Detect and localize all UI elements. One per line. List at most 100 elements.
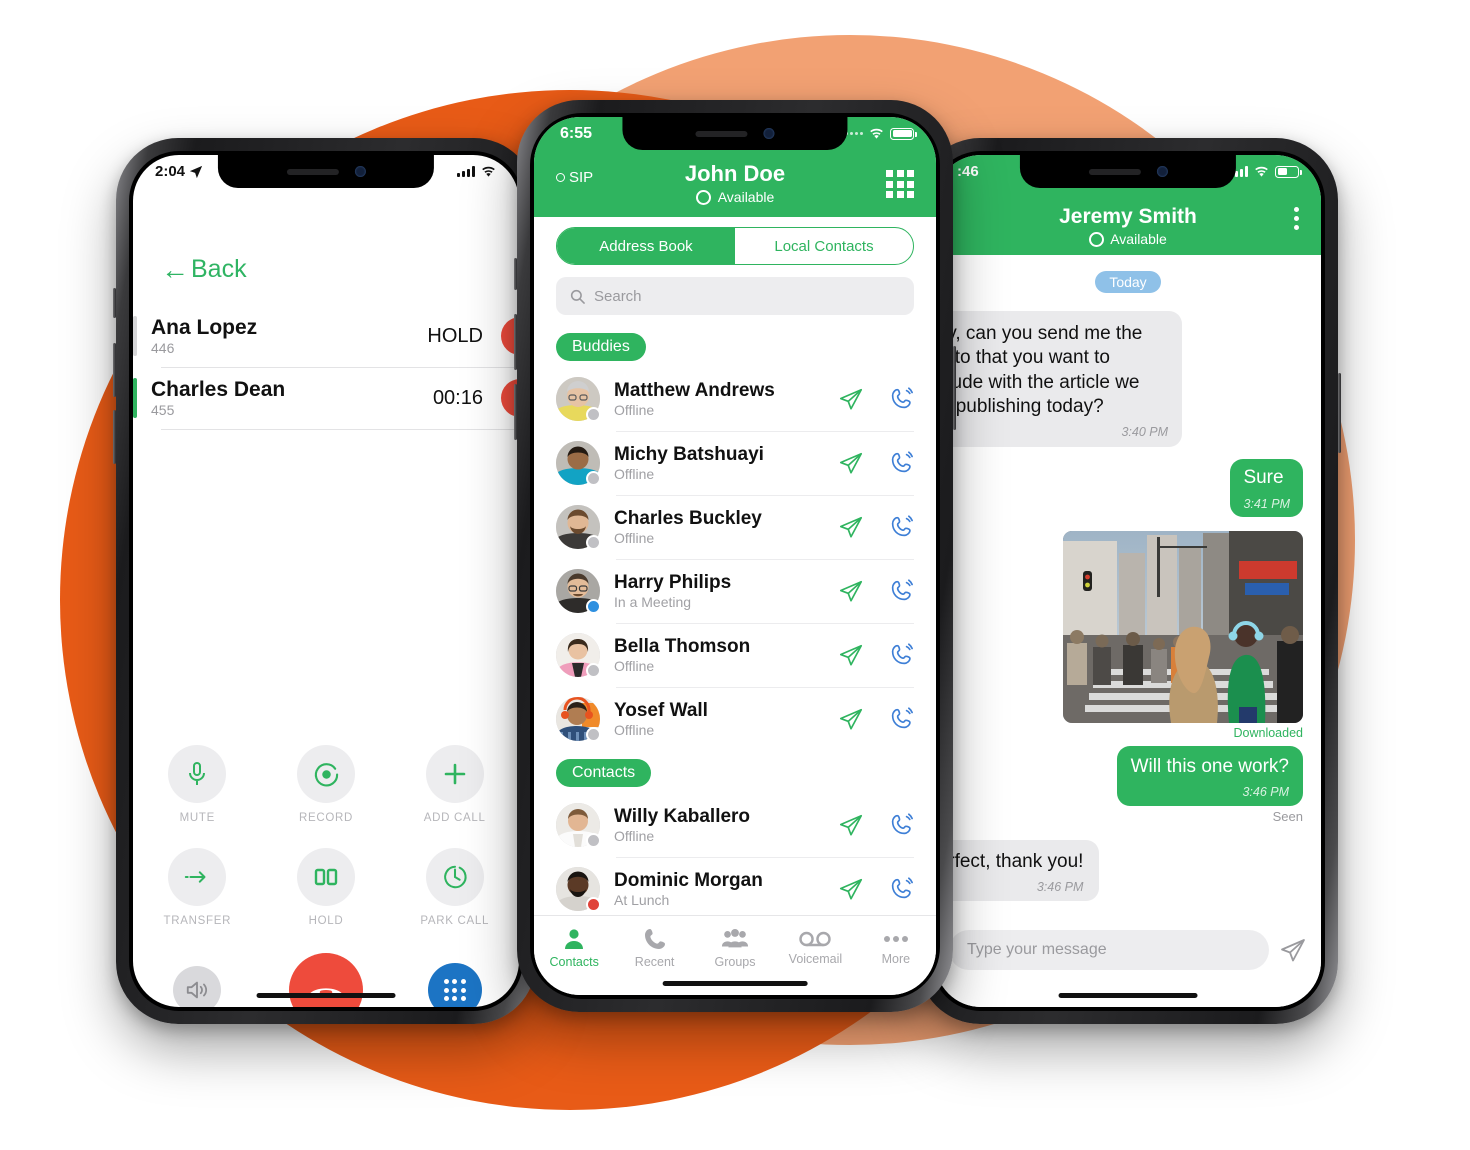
group-icon: [721, 928, 749, 947]
earpiece-speaker: [286, 168, 339, 175]
tab-address-book[interactable]: Address Book: [557, 228, 735, 264]
call-icon[interactable]: [888, 706, 914, 732]
avatar: [556, 633, 601, 678]
status-time: :46: [957, 163, 979, 180]
send-message-icon[interactable]: [838, 386, 864, 412]
tab-more[interactable]: More: [856, 916, 936, 979]
call-icon[interactable]: [888, 812, 914, 838]
search-placeholder: Search: [594, 287, 642, 305]
group-header-contacts: Contacts: [556, 759, 652, 787]
power-button[interactable]: [1338, 373, 1341, 453]
send-message-icon[interactable]: [838, 706, 864, 732]
tab-contacts[interactable]: Contacts: [534, 916, 614, 979]
contact-status: In a Meeting: [614, 594, 692, 611]
send-message-icon[interactable]: [838, 514, 864, 540]
call-icon[interactable]: [888, 876, 914, 902]
source-segmented-control[interactable]: Address Book Local Contacts: [556, 227, 914, 265]
contact-row[interactable]: Willy Kaballero Offline: [534, 793, 936, 857]
caller-name: Charles Dean: [151, 377, 286, 401]
call-icon[interactable]: [888, 514, 914, 540]
contact-row[interactable]: Bella Thomson Offline: [534, 623, 936, 687]
contact-row[interactable]: Charles Buckley Offline: [534, 495, 936, 559]
volume-down-button[interactable]: [113, 410, 116, 464]
message-time: 3:46 PM: [1036, 880, 1084, 895]
active-call-row-1[interactable]: Ana Lopez 446 HOLD: [133, 305, 519, 367]
contact-row[interactable]: Dominic Morgan At Lunch: [534, 857, 936, 915]
send-message-icon[interactable]: [838, 642, 864, 668]
record-icon: [297, 745, 355, 803]
status-icons: [840, 127, 917, 140]
mute-switch[interactable]: [113, 288, 116, 318]
volume-up-button[interactable]: [113, 343, 116, 397]
phone-contacts-screen: 6:55 SIP John Doe Available Address Book…: [514, 100, 956, 1012]
send-message-icon[interactable]: [838, 450, 864, 476]
transfer-button[interactable]: TRANSFER: [133, 848, 262, 927]
account-presence[interactable]: Available: [534, 189, 936, 205]
contact-status: At Lunch: [614, 892, 670, 909]
power-button[interactable]: [953, 346, 956, 430]
keypad-button[interactable]: [390, 963, 519, 1007]
message-image-attachment[interactable]: Downloaded: [953, 530, 1303, 740]
tab-label: Groups: [714, 954, 756, 969]
presence-badge: [586, 535, 601, 550]
front-camera: [1156, 166, 1168, 177]
avatar: [556, 697, 601, 742]
call-status: HOLD: [427, 324, 483, 347]
battery-icon: [1275, 165, 1302, 178]
presence-badge: [586, 599, 601, 614]
front-camera: [354, 166, 366, 177]
contact-row[interactable]: Matthew Andrews Offline: [534, 367, 936, 431]
back-button[interactable]: ← Back: [161, 255, 247, 284]
cellular-signal-icon: [457, 166, 475, 177]
message-bubble-incoming: Perfect, thank you! 3:46 PM: [935, 839, 1100, 902]
tab-recent[interactable]: Recent: [614, 916, 694, 979]
add-call-button[interactable]: ADD CALL: [390, 745, 519, 824]
contact-status: Offline: [614, 466, 655, 483]
keypad-icon: [427, 963, 482, 1007]
tab-label: Recent: [634, 954, 675, 969]
mute-switch[interactable]: [514, 258, 517, 290]
tab-label: More: [881, 951, 911, 966]
call-icon[interactable]: [888, 642, 914, 668]
message-input[interactable]: Type your message: [949, 930, 1269, 970]
kebab-menu-icon[interactable]: [1294, 207, 1299, 230]
attached-photo[interactable]: [1063, 530, 1303, 723]
record-button[interactable]: RECORD: [262, 745, 391, 824]
active-call-row-2[interactable]: Charles Dean 455 00:16: [133, 367, 519, 429]
send-message-icon[interactable]: [838, 876, 864, 902]
contact-name: Matthew Andrews: [614, 379, 775, 401]
search-input[interactable]: Search: [556, 277, 914, 315]
account-name: John Doe: [684, 161, 786, 186]
tab-groups[interactable]: Groups: [695, 916, 775, 979]
keypad-grid-icon[interactable]: [886, 170, 914, 198]
wifi-icon: [870, 128, 883, 139]
hold-button[interactable]: HOLD: [262, 848, 391, 927]
mute-button[interactable]: MUTE: [133, 745, 262, 824]
volume-up-button[interactable]: [514, 314, 517, 370]
tab-local-contacts[interactable]: Local Contacts: [735, 228, 913, 264]
end-call-large-button[interactable]: [262, 953, 391, 1007]
phone-chat-screen: Jeremy Smith Available :46 Today Hey, ca…: [915, 138, 1341, 1024]
speaker-button[interactable]: [133, 966, 262, 1007]
send-message-icon[interactable]: [838, 812, 864, 838]
call-icon[interactable]: [888, 450, 914, 476]
contact-row[interactable]: Yosef Wall Offline: [534, 687, 936, 751]
chat-message-list[interactable]: Today Hey, can you send me the photo tha…: [935, 255, 1321, 915]
home-indicator[interactable]: [256, 993, 396, 998]
send-icon[interactable]: [1279, 936, 1307, 964]
contact-row[interactable]: Harry Philips In a Meeting: [534, 559, 936, 623]
call-icon[interactable]: [888, 386, 914, 412]
park-call-button[interactable]: PARK CALL: [390, 848, 519, 927]
phone-icon: [644, 928, 665, 949]
divider: [161, 429, 519, 430]
send-message-icon[interactable]: [838, 578, 864, 604]
pause-icon: [297, 848, 355, 906]
home-indicator[interactable]: [1058, 993, 1198, 998]
volume-down-button[interactable]: [514, 384, 517, 440]
call-icon[interactable]: [888, 578, 914, 604]
home-indicator[interactable]: [662, 981, 808, 986]
tab-voicemail[interactable]: Voicemail: [775, 916, 855, 979]
contacts-list[interactable]: Buddies Matthew Andrews Offline Michy Ba…: [534, 325, 936, 915]
tab-label: Contacts: [549, 954, 599, 969]
contact-row[interactable]: Michy Batshuayi Offline: [534, 431, 936, 495]
